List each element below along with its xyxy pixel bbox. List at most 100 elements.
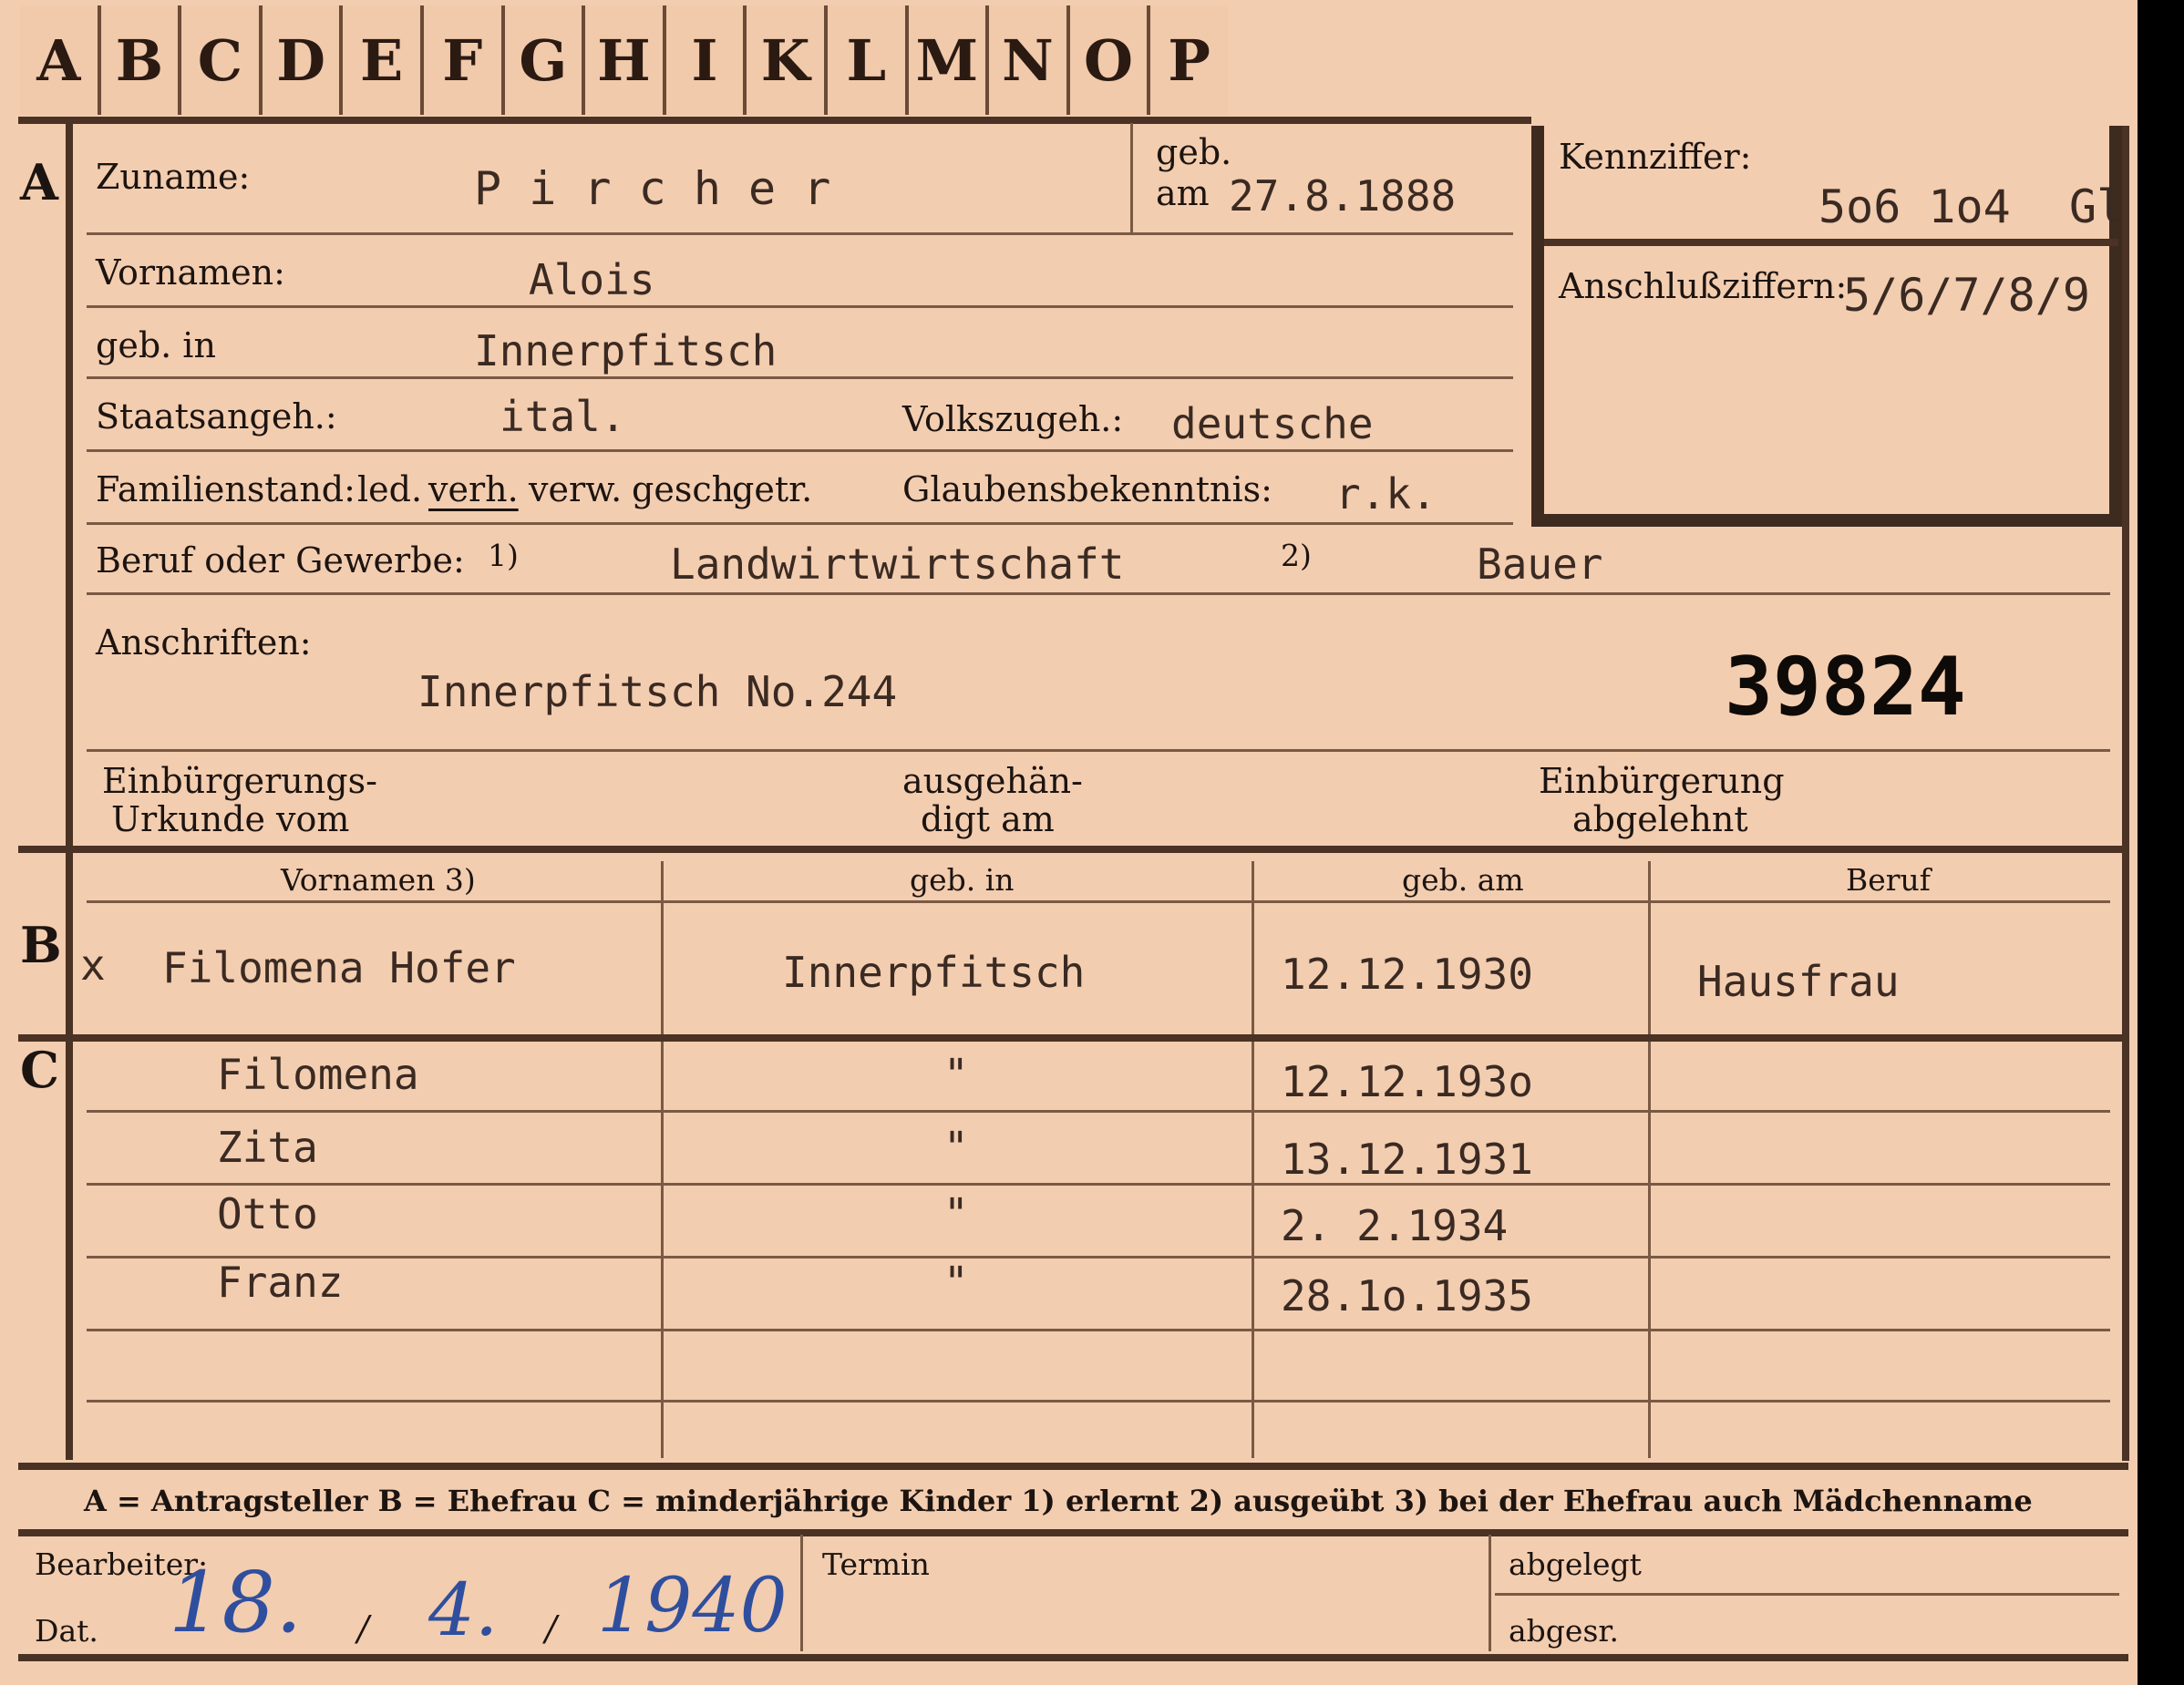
- code-label: Kennziffer:: [1559, 137, 1752, 177]
- index-letter: H: [585, 5, 666, 115]
- child-name: Otto: [217, 1189, 318, 1238]
- divider: [87, 376, 1513, 379]
- child-birthplace-ditto: ": [943, 1050, 969, 1099]
- code-suffix: Gl: [2069, 180, 2125, 233]
- index-letter: P: [1168, 26, 1210, 94]
- wife-header-birthplace: geb. in: [910, 862, 1015, 898]
- wife-row-mark: x: [80, 940, 106, 990]
- section-divider: [18, 846, 2128, 853]
- child-birth-date: 2. 2.1934: [1281, 1201, 1509, 1250]
- child-birth-date: 28.1o.1935: [1281, 1271, 1533, 1320]
- filed-label: abgelegt: [1509, 1546, 1642, 1582]
- index-letter: K: [747, 5, 828, 115]
- marital-status-label: Familienstand:: [96, 469, 355, 509]
- religion-label: Glaubensbekenntnis:: [902, 469, 1272, 509]
- bottom-frame-line: [18, 1654, 2128, 1661]
- section-divider: [18, 1529, 2128, 1536]
- birth-date-value: 27.8.1888: [1229, 171, 1457, 221]
- index-letter: E: [343, 5, 424, 115]
- wife-header-first-names: Vornamen 3): [281, 862, 476, 898]
- stamp-number: 39824: [1725, 640, 1966, 734]
- address-value: Innerpfitsch No.244: [417, 667, 898, 716]
- naturalization-label-line2: Urkunde vom: [111, 799, 350, 839]
- date-separator: /: [545, 1608, 557, 1649]
- index-letter: C: [181, 5, 263, 115]
- handwritten-date-year: 1940: [597, 1563, 788, 1649]
- index-letter: A: [20, 5, 101, 115]
- child-name: Zita: [217, 1123, 318, 1172]
- table-column-line: [1252, 861, 1254, 1458]
- footnote-1-mark: 1): [488, 538, 519, 573]
- section-mark-c: C: [20, 1041, 59, 1099]
- divider: [87, 1110, 2110, 1113]
- index-letter: N: [989, 5, 1070, 115]
- left-frame-line: [66, 120, 73, 1460]
- divider: [1544, 239, 2118, 246]
- address-label: Anschriften:: [96, 622, 312, 663]
- divider: [87, 522, 1513, 525]
- child-birthplace-ditto: ": [943, 1123, 969, 1172]
- divider: [1130, 123, 1133, 232]
- rejected-label-line1: Einbürgerung: [1539, 761, 1785, 801]
- wife-occupation-value: Hausfrau: [1697, 957, 1900, 1006]
- link-numbers-value: 5/6/7/8/9: [1843, 269, 2090, 322]
- index-letter: B: [101, 5, 182, 115]
- index-letter: D: [263, 5, 344, 115]
- surname-label: Zuname:: [96, 157, 251, 197]
- footer-column-line: [800, 1535, 803, 1651]
- index-letter: I: [666, 5, 747, 115]
- wife-header-birth-date: geb. am: [1402, 862, 1524, 898]
- first-names-label: Vornamen:: [96, 252, 285, 293]
- wife-name-value: Filomena Hofer: [162, 943, 516, 992]
- marital-option-widowed: verw.: [529, 469, 623, 509]
- link-numbers-label: Anschlußziffern:: [1559, 266, 1848, 306]
- marital-option-divorced: gesch.: [632, 469, 746, 509]
- first-names-value: Alois: [529, 255, 655, 304]
- index-letter: F: [424, 5, 505, 115]
- handed-over-label-line1: ausgehän-: [902, 761, 1083, 801]
- handed-over-label-line2: digt am: [921, 799, 1055, 839]
- child-birth-date: 12.12.193o: [1281, 1057, 1533, 1106]
- ethnicity-label: Volkszugeh.:: [902, 399, 1124, 439]
- top-frame-line: [18, 117, 1531, 124]
- legend-text: A = Antragsteller B = Ehefrau C = minder…: [84, 1484, 2033, 1518]
- child-name: Franz: [217, 1258, 344, 1307]
- citizenship-label: Staatsangeh.:: [96, 396, 337, 437]
- divider: [87, 1329, 2110, 1331]
- wife-header-occupation: Beruf: [1846, 862, 1932, 898]
- alphabet-index-bar: A B C D E F G H I K L M N O P: [20, 5, 1228, 115]
- divider: [87, 305, 1513, 308]
- table-column-line: [661, 861, 664, 1458]
- child-name: Filomena: [217, 1050, 419, 1099]
- occupation-label: Beruf oder Gewerbe:: [96, 540, 465, 581]
- table-column-line: [1648, 861, 1651, 1458]
- divider: [1495, 1593, 2119, 1596]
- marital-option-separated: getr.: [732, 469, 813, 509]
- born-label: geb.: [1156, 132, 1232, 172]
- index-letter: G: [505, 5, 586, 115]
- wife-birthplace-value: Innerpfitsch: [782, 948, 1086, 997]
- birthplace-value: Innerpfitsch: [474, 326, 778, 375]
- index-letter: M: [909, 5, 990, 115]
- naturalization-label-line1: Einbürgerungs-: [102, 761, 377, 801]
- divider: [87, 449, 1513, 452]
- divider: [87, 1183, 2110, 1186]
- divider: [87, 592, 2110, 595]
- wife-birth-date-value: 12.12.1930: [1281, 950, 1533, 999]
- surname-value: P i r c h e r: [474, 162, 831, 215]
- citizenship-value: ital.: [500, 392, 626, 441]
- divider: [87, 1256, 2110, 1259]
- right-frame-line: [2122, 126, 2129, 1461]
- marital-option-single: led.: [357, 469, 423, 509]
- footnote-2-mark: 2): [1281, 538, 1312, 573]
- term-label: Termin: [822, 1546, 930, 1582]
- divider: [87, 1400, 2110, 1402]
- child-birthplace-ditto: ": [943, 1189, 969, 1238]
- birthplace-label: geb. in: [96, 325, 216, 365]
- handwritten-date-month: 4.: [428, 1567, 499, 1652]
- code-value: 5o6 1o4: [1818, 180, 2011, 233]
- child-birthplace-ditto: ": [943, 1258, 969, 1307]
- section-divider: [18, 1463, 2128, 1470]
- divider: [87, 749, 2110, 752]
- rejected-label-line2: abgelehnt: [1572, 799, 1748, 839]
